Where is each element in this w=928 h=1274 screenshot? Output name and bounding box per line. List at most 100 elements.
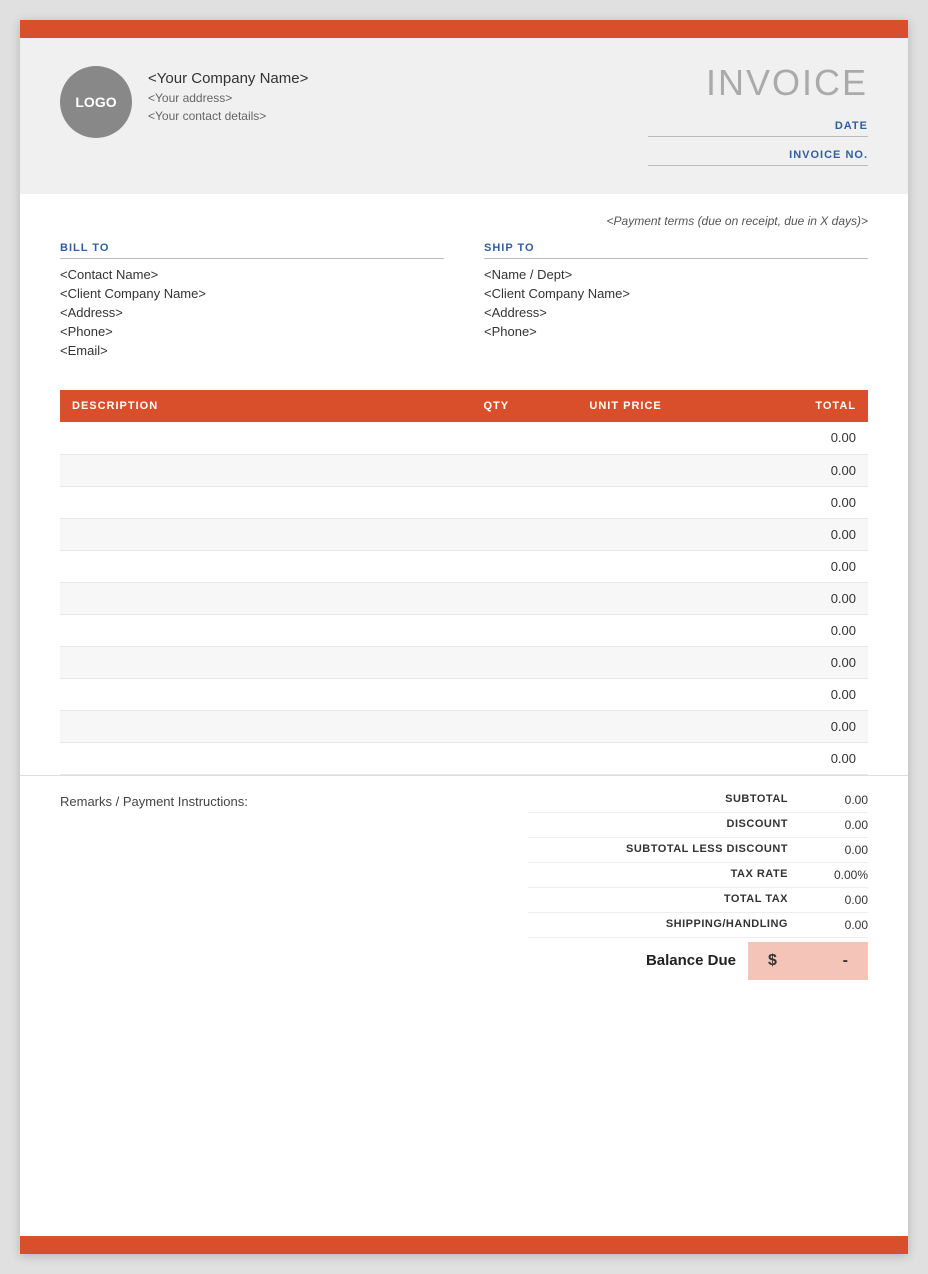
balance-due-label: Balance Due — [646, 952, 748, 969]
subtotal-row: SUBTOTAL 0.00 — [528, 788, 868, 813]
total-tax-row: TOTAL TAX 0.00 — [528, 888, 868, 913]
table-row: 0.00 — [60, 486, 868, 518]
cell-total: 0.00 — [706, 454, 868, 486]
shipping-value: 0.00 — [788, 918, 868, 932]
cell-total: 0.00 — [706, 422, 868, 454]
table-row: 0.00 — [60, 646, 868, 678]
shipping-row: SHIPPING/HANDLING 0.00 — [528, 913, 868, 938]
cell-qty — [448, 614, 545, 646]
cell-description — [60, 518, 448, 550]
invoice-no-label: INVOICE NO. — [648, 149, 868, 166]
table-row: 0.00 — [60, 614, 868, 646]
company-text: <Your Company Name> <Your address> <Your… — [148, 62, 308, 123]
cell-total: 0.00 — [706, 518, 868, 550]
ship-to-address: <Address> — [484, 305, 868, 320]
cell-description — [60, 614, 448, 646]
table-row: 0.00 — [60, 550, 868, 582]
ship-to-name-dept: <Name / Dept> — [484, 267, 868, 282]
cell-unit-price — [545, 646, 707, 678]
cell-description — [60, 678, 448, 710]
cell-qty — [448, 454, 545, 486]
date-label: DATE — [648, 120, 868, 137]
table-row: 0.00 — [60, 710, 868, 742]
cell-unit-price — [545, 614, 707, 646]
cell-unit-price — [545, 422, 707, 454]
totals-section: Remarks / Payment Instructions: SUBTOTAL… — [20, 775, 908, 1040]
discount-row: DISCOUNT 0.00 — [528, 813, 868, 838]
bottom-accent-bar — [20, 1236, 908, 1254]
invoice-right: INVOICE DATE INVOICE NO. — [648, 62, 868, 170]
cell-unit-price — [545, 742, 707, 774]
table-row: 0.00 — [60, 678, 868, 710]
balance-due-row: Balance Due $ - — [528, 942, 868, 980]
total-tax-label: TOTAL TAX — [528, 893, 788, 907]
cell-description — [60, 422, 448, 454]
cell-description — [60, 710, 448, 742]
cell-description — [60, 550, 448, 582]
payment-terms: <Payment terms (due on receipt, due in X… — [60, 214, 868, 228]
invoice-no-field: INVOICE NO. — [648, 149, 868, 170]
cell-total: 0.00 — [706, 678, 868, 710]
bill-to-label: BILL TO — [60, 242, 444, 259]
cell-total: 0.00 — [706, 742, 868, 774]
cell-qty — [448, 518, 545, 550]
subtotal-label: SUBTOTAL — [528, 793, 788, 807]
top-accent-bar — [20, 20, 908, 38]
tax-rate-row: TAX RATE 0.00% — [528, 863, 868, 888]
remarks: Remarks / Payment Instructions: — [60, 788, 528, 809]
table-section: DESCRIPTION QTY UNIT PRICE TOTAL 0.00 0.… — [20, 390, 908, 775]
invoice-page: LOGO <Your Company Name> <Your address> … — [20, 20, 908, 1254]
tax-rate-value: 0.00% — [788, 868, 868, 882]
billing-row: BILL TO <Contact Name> <Client Company N… — [60, 242, 868, 362]
discount-label: DISCOUNT — [528, 818, 788, 832]
ship-to-label: SHIP TO — [484, 242, 868, 259]
cell-total: 0.00 — [706, 614, 868, 646]
invoice-title: INVOICE — [706, 62, 868, 104]
cell-description — [60, 454, 448, 486]
cell-qty — [448, 742, 545, 774]
table-row: 0.00 — [60, 742, 868, 774]
cell-unit-price — [545, 710, 707, 742]
cell-unit-price — [545, 582, 707, 614]
cell-qty — [448, 486, 545, 518]
cell-total: 0.00 — [706, 646, 868, 678]
company-address: <Your address> — [148, 91, 308, 105]
ship-to-phone: <Phone> — [484, 324, 868, 339]
cell-unit-price — [545, 454, 707, 486]
table-header-row: DESCRIPTION QTY UNIT PRICE TOTAL — [60, 390, 868, 422]
cell-qty — [448, 678, 545, 710]
shipping-label: SHIPPING/HANDLING — [528, 918, 788, 932]
items-table: DESCRIPTION QTY UNIT PRICE TOTAL 0.00 0.… — [60, 390, 868, 775]
company-name: <Your Company Name> — [148, 70, 308, 87]
cell-total: 0.00 — [706, 710, 868, 742]
company-info: LOGO <Your Company Name> <Your address> … — [60, 62, 308, 138]
cell-unit-price — [545, 550, 707, 582]
bill-to-col: BILL TO <Contact Name> <Client Company N… — [60, 242, 444, 362]
col-total: TOTAL — [706, 390, 868, 422]
table-row: 0.00 — [60, 454, 868, 486]
cell-description — [60, 646, 448, 678]
col-qty: QTY — [448, 390, 545, 422]
tax-rate-label: TAX RATE — [528, 868, 788, 882]
date-field: DATE — [648, 120, 868, 141]
cell-unit-price — [545, 486, 707, 518]
cell-unit-price — [545, 518, 707, 550]
balance-due-amount: - — [843, 952, 848, 970]
header-section: LOGO <Your Company Name> <Your address> … — [20, 38, 908, 194]
cell-qty — [448, 646, 545, 678]
cell-description — [60, 742, 448, 774]
content-section: <Payment terms (due on receipt, due in X… — [20, 194, 908, 362]
cell-qty — [448, 582, 545, 614]
bill-to-address: <Address> — [60, 305, 444, 320]
bill-to-contact: <Contact Name> — [60, 267, 444, 282]
col-description: DESCRIPTION — [60, 390, 448, 422]
balance-due-currency: $ — [768, 952, 777, 970]
cell-qty — [448, 710, 545, 742]
discount-value: 0.00 — [788, 818, 868, 832]
subtotal-less-discount-value: 0.00 — [788, 843, 868, 857]
logo: LOGO — [60, 66, 132, 138]
cell-total: 0.00 — [706, 582, 868, 614]
subtotal-less-discount-label: SUBTOTAL LESS DISCOUNT — [528, 843, 788, 857]
cell-description — [60, 582, 448, 614]
bill-to-email: <Email> — [60, 343, 444, 358]
